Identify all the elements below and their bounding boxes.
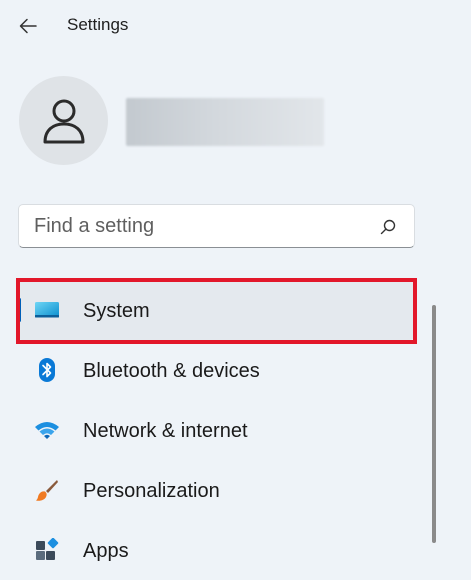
nav-item-network-internet[interactable]: Network & internet — [18, 400, 414, 460]
back-button[interactable] — [12, 10, 44, 42]
user-profile[interactable] — [19, 76, 324, 166]
nav-item-bluetooth-devices[interactable]: Bluetooth & devices — [18, 340, 414, 400]
scrollbar[interactable] — [432, 305, 436, 543]
selection-indicator — [18, 298, 21, 322]
person-icon — [43, 99, 84, 143]
monitor-icon — [34, 298, 60, 322]
nav-item-label: Network & internet — [83, 420, 248, 442]
user-name-redacted — [126, 98, 324, 146]
app-title: Settings — [67, 15, 129, 34]
brush-icon — [34, 478, 60, 502]
bluetooth-icon — [34, 358, 60, 382]
apps-icon — [34, 538, 60, 562]
search-box[interactable] — [18, 204, 415, 248]
avatar[interactable] — [19, 76, 108, 165]
title-bar: Settings — [0, 0, 471, 52]
nav-item-apps[interactable]: Apps — [18, 520, 414, 580]
nav-item-label: Bluetooth & devices — [83, 360, 260, 382]
nav-item-label: System — [83, 300, 150, 322]
nav-list: System Bluetooth & devices Network & int… — [18, 280, 418, 580]
nav-item-personalization[interactable]: Personalization — [18, 460, 414, 520]
wifi-icon — [34, 418, 60, 442]
search-icon[interactable] — [378, 217, 398, 237]
nav-item-label: Personalization — [83, 480, 220, 502]
nav-item-label: Apps — [83, 540, 129, 562]
nav-item-system[interactable]: System — [18, 280, 414, 340]
search-input[interactable] — [19, 205, 374, 247]
back-arrow-icon — [19, 18, 37, 34]
